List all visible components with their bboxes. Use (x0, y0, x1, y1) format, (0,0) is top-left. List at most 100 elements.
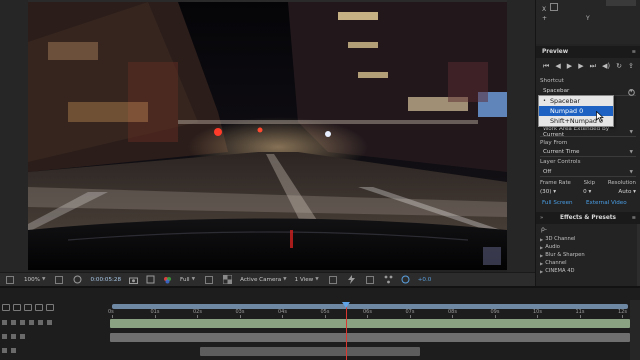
layer-bar[interactable] (110, 319, 630, 328)
playhead-handle[interactable] (342, 302, 350, 308)
info-y-label: Y (586, 15, 590, 22)
magnification-dropdown[interactable]: 100% ▼ (20, 273, 49, 287)
loop-icon[interactable]: ↻ (616, 62, 622, 70)
layer-switch-row (2, 334, 25, 339)
reset-shortcut-icon[interactable] (628, 89, 635, 96)
effect-category[interactable]: ▶ CINEMA 4D (536, 267, 640, 275)
play-from-dropdown[interactable]: Current Time ▼ (540, 148, 636, 157)
play-icon[interactable]: ▶ (567, 62, 572, 70)
composition-frame[interactable] (28, 2, 507, 270)
play-from-label: Play From (540, 140, 568, 146)
3d-view-dropdown[interactable]: Active Camera ▼ (236, 273, 291, 287)
current-timecode: 0:00:05:28 (90, 276, 122, 283)
visibility-switch[interactable] (2, 320, 7, 325)
fast-previews-button[interactable] (343, 273, 360, 287)
always-preview-button[interactable] (0, 273, 20, 287)
layer-switch-row (2, 320, 52, 325)
chevron-down-icon: ▼ (191, 277, 196, 282)
visibility-switch[interactable] (2, 334, 7, 339)
layer-bar[interactable] (110, 333, 630, 342)
reset-exposure-button[interactable] (397, 273, 414, 287)
shortcut-option-spacebar[interactable]: • Spacebar (539, 96, 613, 106)
grid-options-button[interactable] (49, 273, 69, 287)
panel-expand-icon[interactable]: » (540, 215, 543, 221)
composition-viewer[interactable] (0, 0, 535, 272)
audio-switch[interactable] (11, 348, 16, 353)
preview-resolution-dropdown[interactable]: Auto ▾ (618, 189, 636, 195)
frame-rate-value: (30) (540, 189, 552, 195)
timeline-right-scroll[interactable] (630, 300, 640, 360)
exposure-value-text: +0.0 (417, 276, 432, 283)
toggle-pixel-aspect-button[interactable] (323, 273, 343, 287)
frame-blending-icon[interactable] (24, 303, 32, 311)
audio-switch[interactable] (11, 334, 16, 339)
frame-rate-dropdown[interactable]: (30) ▾ (540, 189, 556, 195)
visibility-switch[interactable] (2, 348, 7, 353)
full-screen-checkbox[interactable]: Full Screen (542, 200, 573, 206)
external-video-checkbox[interactable]: External Video (586, 200, 627, 206)
range-dropdown[interactable]: Work Area Extended By Current ▼ (540, 126, 636, 138)
motion-blur-switch[interactable] (47, 320, 52, 325)
last-frame-icon[interactable]: ⏭ (590, 62, 596, 71)
audio-switch[interactable] (11, 320, 16, 325)
resolution-dropdown[interactable]: Full ▼ (176, 273, 199, 287)
layer-controls-value: Off (543, 169, 552, 175)
info-x-label: X (542, 6, 547, 13)
mask-visibility-button[interactable] (69, 273, 86, 287)
draft-3d-icon[interactable] (2, 303, 10, 311)
motion-blur-icon[interactable] (35, 303, 43, 311)
layer-bar[interactable] (200, 347, 420, 356)
snapshot-button[interactable] (125, 273, 142, 287)
time-tick-mark (409, 315, 411, 318)
exposure-value[interactable]: +0.0 (414, 273, 436, 287)
effect-category[interactable]: ▶ Blur & Sharpen (536, 251, 640, 259)
show-snapshot-button[interactable] (142, 273, 159, 287)
current-time-display[interactable]: 0:00:05:28 (86, 273, 125, 287)
time-tick-mark (622, 315, 623, 318)
chevron-down-icon: ▼ (629, 169, 633, 175)
viewer-toolbar: 100% ▼ 0:00:05:28 Full ▼ Active Camera ▼ 1 … (0, 272, 535, 286)
mute-audio-icon[interactable]: ◀) (602, 62, 610, 70)
effect-category[interactable]: ▶ 3D Channel (536, 235, 640, 243)
range-value: Work Area Extended By Current (543, 126, 610, 138)
graph-editor-icon[interactable] (46, 303, 54, 311)
view-layout-dropdown[interactable]: 1 View ▼ (291, 273, 323, 287)
show-channel-button[interactable] (159, 273, 176, 287)
effects-presets-tab[interactable]: » Effects & Presets ≡ (536, 212, 640, 224)
effect-category[interactable]: ▶ Channel (536, 259, 640, 267)
fx-switch[interactable] (38, 320, 43, 325)
time-tick-mark (494, 315, 496, 318)
solo-switch[interactable] (20, 320, 25, 325)
preview-tab[interactable]: Preview ≡ (536, 46, 640, 58)
skip-dropdown[interactable]: 0 ▾ (583, 189, 591, 195)
export-icon[interactable]: ⇪ (628, 62, 634, 70)
panel-menu-icon[interactable]: ≡ (632, 49, 636, 55)
effect-category[interactable]: ▶ Audio (536, 243, 640, 251)
timeline-panel[interactable]: 0s 01s 02s 03s 04s 05s 06s 07s 08s 09s 10s 11s 12s (0, 286, 640, 360)
previous-frame-icon[interactable]: ◀ (555, 62, 560, 70)
expand-triangle-icon: ▶ (540, 252, 544, 258)
timeline-toolbar (0, 302, 110, 312)
first-frame-icon[interactable]: ⏮ (543, 62, 549, 71)
effect-category-label: Blur & Sharpen (545, 252, 585, 258)
playback-options-labels: Frame Rate Skip Resolution (540, 180, 636, 186)
layer-controls-dropdown[interactable]: Off ▼ (540, 168, 636, 177)
lock-switch[interactable] (29, 320, 34, 325)
panel-menu-icon[interactable]: ≡ (632, 215, 636, 221)
region-of-interest-button[interactable] (199, 273, 219, 287)
flowchart-button[interactable] (380, 273, 397, 287)
flowchart-icon (384, 275, 393, 284)
frame-rate-label: Frame Rate (540, 180, 571, 186)
shy-icon[interactable] (13, 303, 21, 311)
transparency-grid-button[interactable] (219, 273, 236, 287)
layer-switch-row (2, 348, 16, 353)
effects-search-field[interactable]: ρ- (536, 224, 640, 235)
effect-category-label: Channel (545, 260, 567, 266)
solo-switch[interactable] (20, 334, 25, 339)
next-frame-icon[interactable]: ▶ (578, 62, 583, 70)
expand-triangle-icon: ▶ (540, 244, 544, 250)
timeline-button[interactable] (360, 273, 380, 287)
playback-options-values: (30) ▾ 0 ▾ Auto ▾ (540, 189, 636, 195)
right-panel-column: X + Y Preview ≡ ⏮ ◀ ▶ ▶ ⏭ ◀) ↻ ⇪ Shortcu… (535, 0, 640, 286)
lightning-icon (347, 275, 355, 284)
